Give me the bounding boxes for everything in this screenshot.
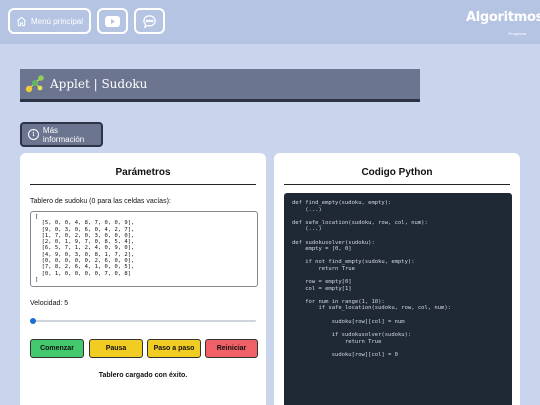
info-icon: i (28, 129, 39, 140)
start-button[interactable]: Comenzar (30, 339, 84, 358)
code-line: sudoku[row][col] = 0 (292, 351, 398, 358)
sudoku-network-icon (25, 75, 44, 93)
chat-bubble-icon (143, 14, 156, 28)
youtube-button[interactable] (97, 8, 128, 34)
slider-thumb[interactable] (30, 318, 36, 324)
step-button[interactable]: Paso a paso (147, 339, 201, 358)
algoritmos-logo[interactable]: Algoritmos Programa (466, 8, 540, 36)
python-code-panel: Codigo Python def find_empty(sudoku, emp… (274, 153, 520, 405)
youtube-icon (105, 15, 120, 27)
home-icon (17, 16, 26, 26)
status-message: Tablero cargado con éxito. (98, 372, 188, 379)
speed-slider[interactable] (30, 317, 256, 325)
more-info-label: Más información (42, 125, 85, 144)
applet-title-bar: Applet | Sudoku (20, 69, 420, 102)
slider-track (30, 320, 256, 322)
logo-subtext: Programa (508, 31, 526, 36)
parameters-heading: Parámetros (30, 167, 256, 185)
main-menu-label: Menú principal (30, 16, 83, 26)
sudoku-board-textarea[interactable]: [ [5, 0, 0, 4, 8, 7, 0, 0, 9], [9, 0, 3,… (30, 211, 258, 287)
top-bar: Menú principal Algoritmos Programa (0, 0, 540, 44)
board-field-label: Tablero de sudoku (0 para las celdas vac… (30, 198, 171, 205)
logo-text: Algoritmos (466, 10, 540, 25)
main-menu-button[interactable]: Menú principal (8, 8, 91, 34)
speed-label: Velocidad: 5 (30, 300, 69, 307)
code-heading: Codigo Python (284, 167, 510, 185)
pause-button[interactable]: Pausa (89, 339, 143, 358)
page-title: Applet | Sudoku (50, 77, 148, 91)
more-info-button[interactable]: i Más información (20, 122, 103, 147)
chat-button[interactable] (134, 8, 165, 34)
reset-button[interactable]: Reiniciar (205, 339, 258, 358)
parameters-panel: Parámetros Tablero de sudoku (0 para las… (20, 153, 266, 405)
code-block: def find_empty(sudoku, empty): (...) def … (284, 193, 512, 405)
